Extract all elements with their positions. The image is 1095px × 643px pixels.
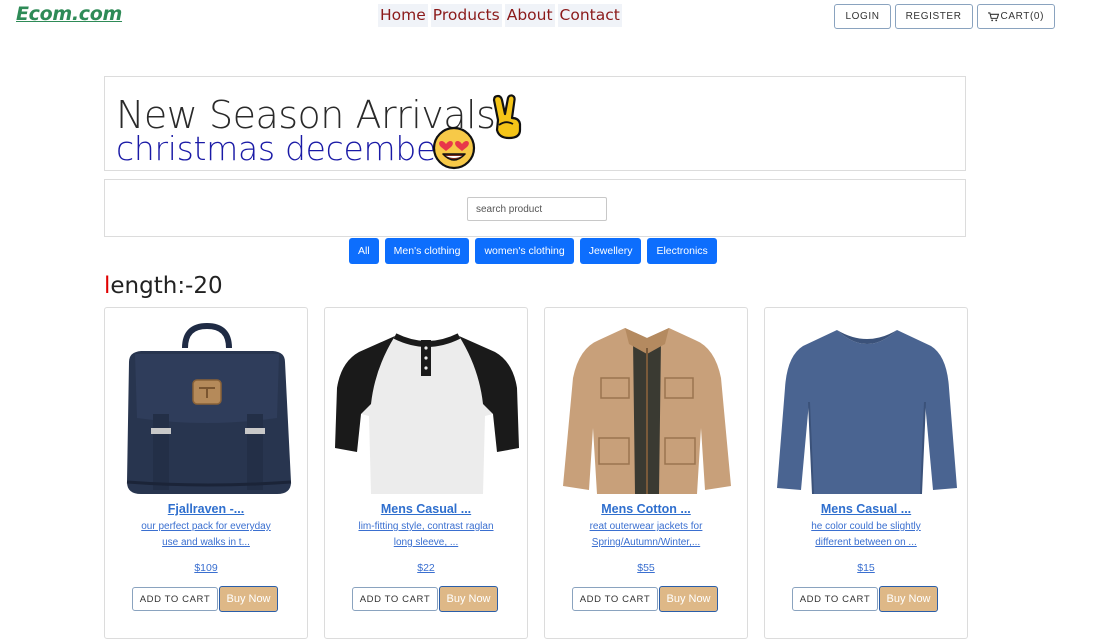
product-price[interactable]: $55 [545,562,747,574]
product-price[interactable]: $15 [765,562,967,574]
long-sleeve-shirt-image[interactable] [775,318,959,498]
cart-label: CART(0) [1000,11,1044,22]
add-to-cart-button[interactable]: ADD TO CART [792,587,878,611]
product-title-link[interactable]: Mens Cotton ... [545,502,747,516]
login-label: LOGIN [845,11,880,22]
heart-eyes-face-icon [432,126,476,170]
product-description-line: different between on ... [815,537,917,548]
product-card: Mens Casual ... he color could be slight… [764,307,968,639]
hero-banner: New Season Arrivals christmas december [104,76,966,171]
product-actions: ADD TO CART Buy Now [792,586,938,612]
product-actions: ADD TO CART Buy Now [132,586,278,612]
nav-home[interactable]: Home [378,4,428,27]
product-price[interactable]: $109 [105,562,307,574]
product-description[interactable]: he color could be slightly different bet… [783,519,949,551]
search-input[interactable] [467,197,607,221]
cart-icon [987,11,999,21]
nav-contact[interactable]: Contact [557,4,622,27]
product-title-link[interactable]: Mens Casual ... [325,502,527,516]
login-button[interactable]: LOGIN [834,4,891,29]
add-to-cart-button[interactable]: ADD TO CART [572,587,658,611]
hero-subtitle: christmas december [116,129,450,168]
cotton-jacket-image[interactable] [555,318,739,498]
main-nav: Home Products About Contact [378,4,622,27]
cart-button[interactable]: CART(0) [976,4,1055,29]
product-card: Mens Cotton ... reat outerwear jackets f… [544,307,748,639]
category-electronics-button[interactable]: Electronics [647,238,717,264]
product-description-line: lim-fitting style, contrast raglan [358,521,494,532]
product-card: Fjallraven -... our perfect pack for eve… [104,307,308,639]
product-card: Mens Casual ... lim-fitting style, contr… [324,307,528,639]
product-description-line: he color could be slightly [811,521,921,532]
product-description-line: Spring/Autumn/Winter,... [591,537,701,548]
category-jewellery-button[interactable]: Jewellery [579,238,642,264]
product-count-heading: length:-20 [104,273,223,299]
buy-now-button[interactable]: Buy Now [659,586,718,612]
nav-about[interactable]: About [504,4,555,27]
register-label: REGISTER [905,11,962,22]
product-description[interactable]: lim-fitting style, contrast raglan long … [343,519,509,551]
category-womens-clothing-button[interactable]: women's clothing [475,238,574,264]
product-description-line: reat outerwear jackets for [589,521,703,532]
product-title-link[interactable]: Fjallraven -... [105,502,307,516]
backpack-image[interactable] [115,318,299,498]
buy-now-button[interactable]: Buy Now [219,586,278,612]
product-count-rest: ength:-20 [110,273,223,299]
product-description[interactable]: reat outerwear jackets for Spring/Autumn… [563,519,729,551]
raglan-tshirt-image[interactable] [335,318,519,498]
add-to-cart-button[interactable]: ADD TO CART [352,587,438,611]
buy-now-button[interactable]: Buy Now [439,586,498,612]
product-description[interactable]: our perfect pack for everyday use and wa… [123,519,289,551]
category-mens-clothing-button[interactable]: Men's clothing [384,238,470,264]
product-description-line: use and walks in t... [162,537,250,548]
product-price[interactable]: $22 [325,562,527,574]
category-all-button[interactable]: All [349,238,379,264]
buy-now-button[interactable]: Buy Now [879,586,938,612]
auth-buttons: LOGIN REGISTER CART(0) [834,4,1055,29]
product-grid: Fjallraven -... our perfect pack for eve… [104,307,968,639]
add-to-cart-button[interactable]: ADD TO CART [132,587,218,611]
site-logo[interactable]: Ecom.com [16,3,122,25]
product-actions: ADD TO CART Buy Now [352,586,498,612]
product-actions: ADD TO CART Buy Now [572,586,718,612]
product-title-link[interactable]: Mens Casual ... [765,502,967,516]
category-filters: All Men's clothing women's clothing Jewe… [349,238,717,264]
product-description-line: our perfect pack for everyday [141,521,271,532]
search-panel [104,179,966,237]
victory-hand-icon [492,94,522,140]
nav-products[interactable]: Products [430,4,502,27]
product-description-line: long sleeve, ... [393,537,459,548]
register-button[interactable]: REGISTER [894,4,973,29]
